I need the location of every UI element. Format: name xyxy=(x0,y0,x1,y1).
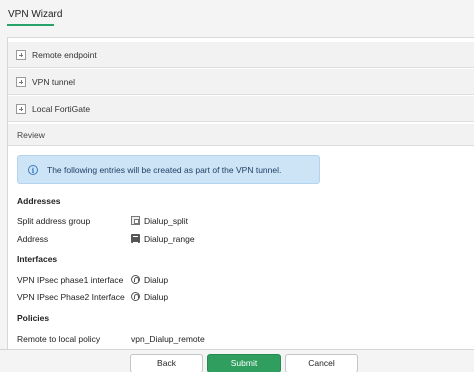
section-label: Local FortiGate xyxy=(32,104,91,114)
policies-heading: Policies xyxy=(17,313,50,323)
addresses-heading: Addresses xyxy=(17,196,61,206)
back-button[interactable]: Back xyxy=(130,354,203,372)
value-text: Dialup_split xyxy=(144,216,188,226)
row-label: VPN IPsec phase1 interface xyxy=(17,275,124,285)
row-value: Dialup_range xyxy=(131,234,195,244)
section-remote-endpoint[interactable]: Remote endpoint xyxy=(8,42,474,68)
info-text: The following entries will be created as… xyxy=(47,165,282,175)
cancel-button[interactable]: Cancel xyxy=(285,354,358,372)
row-label: VPN IPsec Phase2 Interface xyxy=(17,292,125,302)
value-text: Dialup_range xyxy=(144,234,195,244)
row-value: Dialup xyxy=(131,275,168,285)
row-label: Split address group xyxy=(17,216,91,226)
row-value: Dialup_split xyxy=(131,216,188,226)
row-label: Remote to local policy xyxy=(17,334,101,344)
address-icon xyxy=(131,234,140,243)
title-underline xyxy=(7,24,54,26)
header-bar: VPN Wizard xyxy=(0,0,474,36)
value-text: Dialup xyxy=(144,292,169,302)
page-title: VPN Wizard xyxy=(8,9,63,20)
section-vpn-tunnel[interactable]: VPN tunnel xyxy=(8,69,474,95)
section-label: Review xyxy=(17,130,45,140)
section-label: Remote endpoint xyxy=(32,50,97,60)
interfaces-heading: Interfaces xyxy=(17,254,58,264)
interface-icon xyxy=(131,292,140,301)
expand-icon[interactable] xyxy=(16,104,26,114)
value-text: Dialup xyxy=(144,275,169,285)
row-label: Address xyxy=(17,234,49,244)
wizard-panel: Remote endpoint VPN tunnel Local FortiGa… xyxy=(7,37,474,349)
row-value: Dialup xyxy=(131,292,168,302)
info-icon: i xyxy=(28,165,38,175)
submit-button[interactable]: Submit xyxy=(207,354,281,372)
expand-icon[interactable] xyxy=(16,50,26,60)
section-local-fortigate[interactable]: Local FortiGate xyxy=(8,96,474,122)
expand-icon[interactable] xyxy=(16,77,26,87)
interface-icon xyxy=(131,275,140,284)
address-group-icon xyxy=(131,216,140,225)
section-review: Review xyxy=(8,124,474,146)
section-label: VPN tunnel xyxy=(32,77,75,87)
info-message: i The following entries will be created … xyxy=(17,155,320,184)
row-value: vpn_Dialup_remote xyxy=(131,334,205,344)
footer-bar: Back Submit Cancel xyxy=(0,349,474,372)
